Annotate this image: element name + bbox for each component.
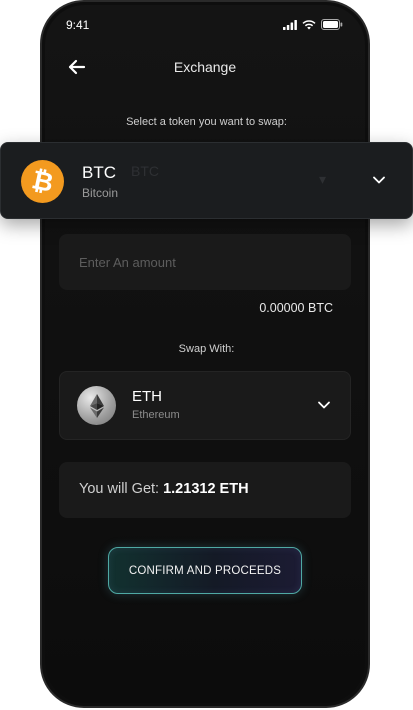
to-token-name: Ethereum [132,409,180,421]
from-token-symbol: BTC [82,163,116,182]
confirm-button[interactable]: CONFIRM AND PROCEEDS [108,547,302,594]
wifi-icon [302,17,316,35]
status-time: 9:41 [66,18,90,32]
select-token-prompt: Select a token you want to swap: [126,116,287,128]
amount-input[interactable] [59,234,351,290]
background-ghost-chevron: ▾ [319,171,327,187]
status-bar: 9:41 [45,5,365,45]
result-card: You will Get: 1.21312 ETH [59,462,351,518]
result-label: You will Get: [79,481,160,497]
balance-text: 0.00000 BTC [259,301,333,315]
status-icons [283,17,343,35]
battery-icon [321,17,343,35]
header: Exchange [45,47,365,87]
swap-with-label: Swap With: [178,343,235,355]
from-token-selector[interactable]: ₿ BTC ▾ BTC Bitcoin [0,142,413,219]
ethereum-icon [77,386,116,425]
chevron-down-icon[interactable] [317,398,331,412]
background-ghost-text: BTC [131,163,159,179]
from-token-name: Bitcoin [82,186,119,200]
to-token-symbol: ETH [132,388,162,405]
result-text: You will Get: 1.21312 ETH [79,481,249,497]
page-title: Exchange [173,59,237,75]
chevron-down-icon[interactable] [372,173,386,187]
to-token-selector[interactable]: ETH Ethereum [59,371,351,440]
signal-icon [283,17,297,35]
result-value: 1.21312 ETH [163,481,249,497]
bitcoin-icon: ₿ [21,160,64,203]
